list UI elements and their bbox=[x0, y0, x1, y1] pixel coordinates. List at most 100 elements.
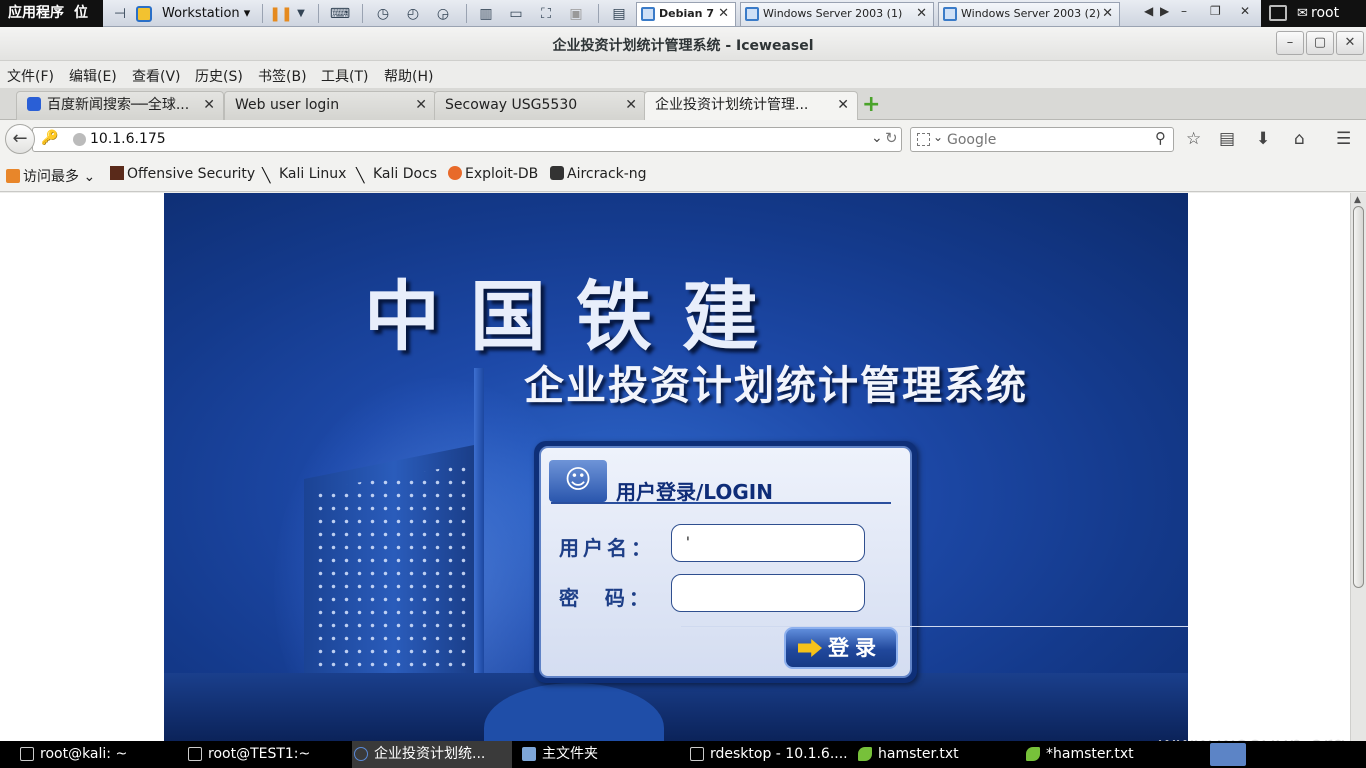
close-tab-icon[interactable]: ✕ bbox=[415, 92, 427, 119]
menu-bookmarks[interactable]: 书签(B) bbox=[258, 66, 307, 86]
download-icon[interactable]: ⬇ bbox=[1256, 129, 1270, 149]
search-bar[interactable]: ⌄ ⚲ bbox=[910, 127, 1174, 152]
vm-icon bbox=[641, 7, 655, 21]
new-tab-icon[interactable]: + bbox=[862, 94, 882, 116]
menu-help[interactable]: 帮助(H) bbox=[384, 66, 433, 86]
menu-edit[interactable]: 编辑(E) bbox=[69, 66, 117, 86]
url-bar[interactable]: 🔑 10.1.6.175 ⌄ ↻ bbox=[32, 127, 902, 152]
vm-tab-windows-server-1[interactable]: Windows Server 2003 (1) ✕ bbox=[740, 2, 934, 26]
bookmark-aircrack-ng[interactable]: Aircrack-ng bbox=[550, 166, 647, 182]
maximize-button[interactable]: ▢ bbox=[1306, 31, 1334, 55]
gedit-icon bbox=[1026, 747, 1040, 761]
close-tab-icon[interactable]: ✕ bbox=[625, 92, 637, 119]
bookmark-offensive-security[interactable]: Offensive Security bbox=[110, 166, 255, 182]
bookmarks-menu-icon[interactable]: ▤ bbox=[1219, 129, 1235, 149]
fullscreen-icon[interactable]: ⛶ bbox=[535, 4, 557, 23]
pin-icon[interactable]: ⊣ bbox=[110, 4, 130, 23]
close-tab-icon[interactable]: ✕ bbox=[837, 92, 849, 119]
vmware-logo-icon bbox=[136, 5, 152, 22]
tab-scroll-left-icon[interactable]: ◀ bbox=[1144, 4, 1153, 18]
tab-baidu-news[interactable]: 百度新闻搜索──全球... ✕ bbox=[16, 91, 224, 120]
tab-scroll-right-icon[interactable]: ▶ bbox=[1160, 4, 1169, 18]
sidebar-view-icon[interactable]: ▥ bbox=[476, 4, 496, 23]
bookmark-kali-linux[interactable]: ╲ Kali Linux bbox=[262, 166, 346, 184]
exploit-db-icon bbox=[448, 166, 462, 180]
watermark: www.wooyun.org bbox=[1158, 733, 1346, 741]
close-tab-icon[interactable]: ✕ bbox=[203, 92, 215, 119]
tab-investment-system[interactable]: 企业投资计划统计管理... ✕ bbox=[644, 91, 858, 121]
tab-secoway[interactable]: Secoway USG5530 ✕ bbox=[434, 91, 646, 120]
user-menu[interactable]: root bbox=[1311, 0, 1339, 27]
vertical-scrollbar[interactable]: ▲ bbox=[1350, 193, 1366, 741]
separator bbox=[318, 4, 319, 23]
vm-tab-debian[interactable]: Debian 7 ✕ bbox=[636, 2, 736, 26]
password-label: 密 码： bbox=[559, 586, 653, 610]
chat-icon[interactable]: ✉ bbox=[1297, 0, 1308, 27]
console-view-icon[interactable]: ▤ bbox=[608, 4, 630, 23]
send-keys-icon[interactable]: ⌨ bbox=[330, 4, 350, 23]
bookmark-star-icon[interactable]: ☆ bbox=[1186, 129, 1201, 149]
bookmark-kali-docs[interactable]: ╲ Kali Docs bbox=[356, 166, 437, 184]
mac-finder-icon: ☺ bbox=[549, 460, 607, 502]
menu-icon[interactable]: ☰ bbox=[1336, 129, 1351, 149]
thumbnail-view-icon[interactable]: ▭ bbox=[506, 4, 526, 23]
title-underline bbox=[551, 502, 891, 504]
workspace-switcher[interactable] bbox=[1210, 743, 1246, 766]
bookmark-exploit-db[interactable]: Exploit-DB bbox=[448, 166, 538, 182]
snapshot-icon[interactable]: ◷ bbox=[372, 4, 394, 23]
network-icon[interactable] bbox=[1269, 5, 1287, 21]
search-icon[interactable]: ⚲ bbox=[1155, 129, 1166, 147]
chevron-down-icon[interactable]: ⌄ bbox=[933, 130, 943, 144]
minimize-button[interactable]: – bbox=[1276, 31, 1304, 55]
window-icon bbox=[690, 747, 704, 761]
close-icon[interactable]: ✕ bbox=[916, 3, 927, 25]
task-hamster-txt-modified[interactable]: *hamster.txt bbox=[1024, 741, 1154, 768]
reload-icon[interactable]: ↻ bbox=[885, 129, 898, 147]
separator bbox=[362, 4, 363, 23]
kali-dragon-icon: ╲ bbox=[356, 168, 365, 184]
task-terminal-test1[interactable]: root@TEST1:~ bbox=[186, 741, 346, 768]
menu-view[interactable]: 查看(V) bbox=[132, 66, 181, 86]
task-browser[interactable]: 企业投资计划统... bbox=[352, 741, 512, 768]
gnome-top-panel-left: 应用程序位 bbox=[0, 0, 103, 27]
home-icon[interactable]: ⌂ bbox=[1294, 129, 1305, 149]
unity-icon[interactable]: ▣ bbox=[566, 4, 586, 23]
task-terminal-kali[interactable]: root@kali: ~ bbox=[18, 741, 178, 768]
close-icon[interactable]: ✕ bbox=[1240, 4, 1250, 18]
menu-tools[interactable]: 工具(T) bbox=[321, 66, 368, 86]
search-engine-icon[interactable] bbox=[917, 133, 930, 146]
back-button[interactable]: ← bbox=[5, 124, 35, 154]
username-field[interactable] bbox=[671, 524, 865, 562]
restore-icon[interactable]: ❐ bbox=[1210, 4, 1221, 18]
places-menu[interactable]: 位 bbox=[74, 5, 88, 21]
menu-file[interactable]: 文件(F) bbox=[7, 66, 54, 86]
scrollbar-thumb[interactable] bbox=[1353, 206, 1364, 588]
window-title: 企业投资计划统计管理系统 - Iceweasel bbox=[552, 38, 814, 54]
pause-icon[interactable]: ❚❚ bbox=[269, 4, 292, 23]
task-home-folder[interactable]: 主文件夹 bbox=[520, 741, 680, 768]
workstation-menu[interactable]: Workstation ▾ bbox=[136, 4, 250, 23]
chevron-down-icon[interactable]: ⌄ bbox=[871, 130, 883, 146]
revert-snapshot-icon[interactable]: ◴ bbox=[402, 4, 424, 23]
menu-history[interactable]: 历史(S) bbox=[195, 66, 243, 86]
close-icon[interactable]: ✕ bbox=[718, 3, 729, 25]
tab-web-user-login[interactable]: Web user login ✕ bbox=[224, 91, 436, 120]
search-input[interactable] bbox=[947, 130, 1147, 149]
offsec-icon bbox=[110, 166, 124, 180]
site-identity-icon[interactable]: 🔑 bbox=[41, 130, 58, 146]
minimize-icon[interactable]: – bbox=[1181, 4, 1187, 18]
snapshot-manager-icon[interactable]: ◶ bbox=[432, 4, 454, 23]
task-rdesktop[interactable]: rdesktop - 10.1.6.... bbox=[688, 741, 848, 768]
scroll-up-icon[interactable]: ▲ bbox=[1354, 195, 1361, 205]
password-field[interactable] bbox=[671, 574, 865, 612]
vm-tab-windows-server-2[interactable]: Windows Server 2003 (2) ✕ bbox=[938, 2, 1120, 26]
task-hamster-txt[interactable]: hamster.txt bbox=[856, 741, 1016, 768]
chevron-down-icon[interactable]: ▼ bbox=[294, 4, 308, 23]
close-icon[interactable]: ✕ bbox=[1102, 3, 1113, 25]
login-button[interactable]: 登录 bbox=[784, 627, 898, 669]
close-button[interactable]: ✕ bbox=[1336, 31, 1364, 55]
bookmark-most-visited[interactable]: 访问最多 ⌄ bbox=[6, 166, 95, 186]
applications-menu[interactable]: 应用程序 bbox=[8, 5, 64, 21]
browser-tab-strip: 百度新闻搜索──全球... ✕ Web user login ✕ Secoway U… bbox=[0, 88, 1366, 121]
url-text[interactable]: 10.1.6.175 bbox=[90, 131, 166, 147]
